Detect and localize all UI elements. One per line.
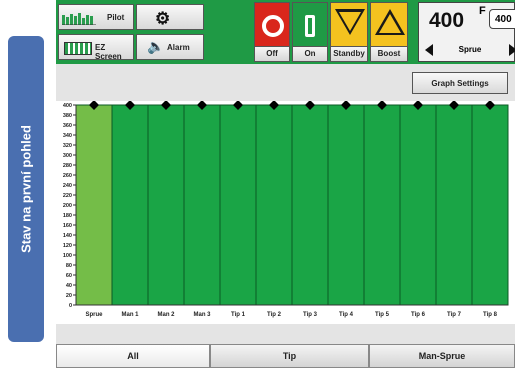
graph-settings-label: Graph Settings (431, 79, 489, 88)
top-toolbar: Pilot ⚙ EZ Screen 🔈 Alarm Off On Standby… (56, 0, 515, 64)
y-tick-label: 220 (63, 193, 72, 199)
y-tick-label: 320 (63, 143, 72, 149)
bar-tip-4[interactable] (327, 104, 365, 306)
sidebar-caption: Stav na první pohled (18, 125, 34, 253)
alarm-label: Alarm (167, 43, 190, 52)
tab-tip[interactable]: Tip (210, 344, 369, 368)
bar-tip-8[interactable] (471, 104, 509, 306)
next-zone-icon[interactable] (509, 44, 515, 56)
pilot-label: Pilot (107, 13, 125, 22)
x-tick-label: Tip 2 (267, 312, 282, 318)
y-tick-label: 80 (66, 263, 72, 269)
x-tick-label: Tip 1 (231, 312, 246, 318)
y-tick-label: 180 (63, 213, 72, 219)
on-label: On (293, 46, 327, 61)
off-button[interactable]: Off (254, 2, 290, 62)
setpoint-field[interactable]: 400 (489, 9, 515, 29)
boost-icon (375, 9, 405, 35)
zone-navigator: Sprue (419, 41, 515, 61)
y-tick-label: 240 (63, 183, 72, 189)
standby-icon (335, 9, 365, 35)
boost-button[interactable]: Boost (370, 2, 408, 62)
temperature-value: 400 (429, 9, 465, 32)
x-tick-label: Man 3 (193, 312, 211, 318)
x-tick-label: Tip 4 (339, 312, 354, 318)
tab-all[interactable]: All (56, 344, 210, 368)
temperature-unit: F (479, 5, 486, 17)
bar-graph-icon (62, 13, 96, 25)
y-tick-label: 40 (66, 283, 72, 289)
zone-name: Sprue (458, 45, 482, 54)
chart-svg: Sprue Man 1 Man 2 Man 3 Tip 1 Tip 2 Tip 3 Tip 4… (63, 101, 509, 318)
y-tick-label: 100 (63, 253, 72, 259)
x-tick-label: Man 2 (157, 312, 175, 318)
ez-screen-button[interactable]: EZ Screen (58, 34, 134, 61)
x-tick-label: Tip 6 (411, 312, 426, 318)
speaker-icon: 🔈 (147, 38, 165, 54)
x-tick-label: Tip 3 (303, 312, 318, 318)
bar-man-1[interactable] (111, 104, 149, 306)
y-tick-label: 340 (63, 133, 72, 139)
x-tick-label: Man 1 (121, 312, 139, 318)
ez-screen-label: EZ Screen (95, 43, 122, 61)
x-tick-label: Tip 7 (447, 312, 462, 318)
x-tick-label: Tip 8 (483, 312, 498, 318)
y-tick-label: 120 (63, 243, 72, 249)
standby-button[interactable]: Standby (330, 2, 368, 62)
on-button[interactable]: On (292, 2, 328, 62)
y-tick-label: 200 (63, 203, 72, 209)
bar-tip-2[interactable] (255, 104, 293, 306)
gear-icon: ⚙ (155, 9, 171, 28)
y-tick-label: 20 (66, 293, 72, 299)
boost-label: Boost (371, 46, 407, 61)
y-tick-label: 400 (63, 103, 72, 109)
bar-man-2[interactable] (147, 104, 185, 306)
bar-tip-3[interactable] (291, 104, 329, 306)
y-tick-label: 260 (63, 173, 72, 179)
y-tick-label: 380 (63, 113, 72, 119)
bar-tip-6[interactable] (399, 104, 437, 306)
zone-temperature-chart: Sprue Man 1 Man 2 Man 3 Tip 1 Tip 2 Tip 3 Tip 4… (56, 101, 515, 324)
bar-tip-5[interactable] (363, 104, 401, 306)
screen-icon (64, 42, 92, 55)
bar-tip-1[interactable] (219, 104, 257, 306)
left-sidebar: Stav na první pohled (0, 0, 56, 368)
bar-tip-7[interactable] (435, 104, 473, 306)
y-tick-label: 280 (63, 163, 72, 169)
off-label: Off (255, 46, 289, 61)
power-off-icon (262, 15, 284, 37)
standby-label: Standby (331, 46, 367, 61)
pilot-button[interactable]: Pilot (58, 4, 134, 30)
bottom-tab-bar: All Tip Man-Sprue (56, 344, 515, 368)
alarm-button[interactable]: 🔈 Alarm (136, 34, 204, 60)
power-on-icon (305, 15, 315, 37)
bar-sprue[interactable] (75, 104, 113, 306)
graph-settings-button[interactable]: Graph Settings (412, 72, 508, 94)
temperature-panel: 400 F 400 Sprue (418, 2, 515, 62)
bar-man-3[interactable] (183, 104, 221, 306)
x-tick-label: Sprue (85, 312, 103, 318)
settings-button[interactable]: ⚙ (136, 4, 204, 30)
y-tick-label: 60 (66, 273, 72, 279)
tab-man-sprue[interactable]: Man-Sprue (369, 344, 515, 368)
y-tick-label: 300 (63, 153, 72, 159)
y-tick-label: 0 (69, 303, 72, 309)
x-tick-label: Tip 5 (375, 312, 390, 318)
y-tick-label: 360 (63, 123, 72, 129)
y-tick-label: 140 (63, 233, 72, 239)
controller-app: Pilot ⚙ EZ Screen 🔈 Alarm Off On Standby… (56, 0, 515, 368)
y-tick-label: 160 (63, 223, 72, 229)
previous-zone-icon[interactable] (425, 44, 433, 56)
